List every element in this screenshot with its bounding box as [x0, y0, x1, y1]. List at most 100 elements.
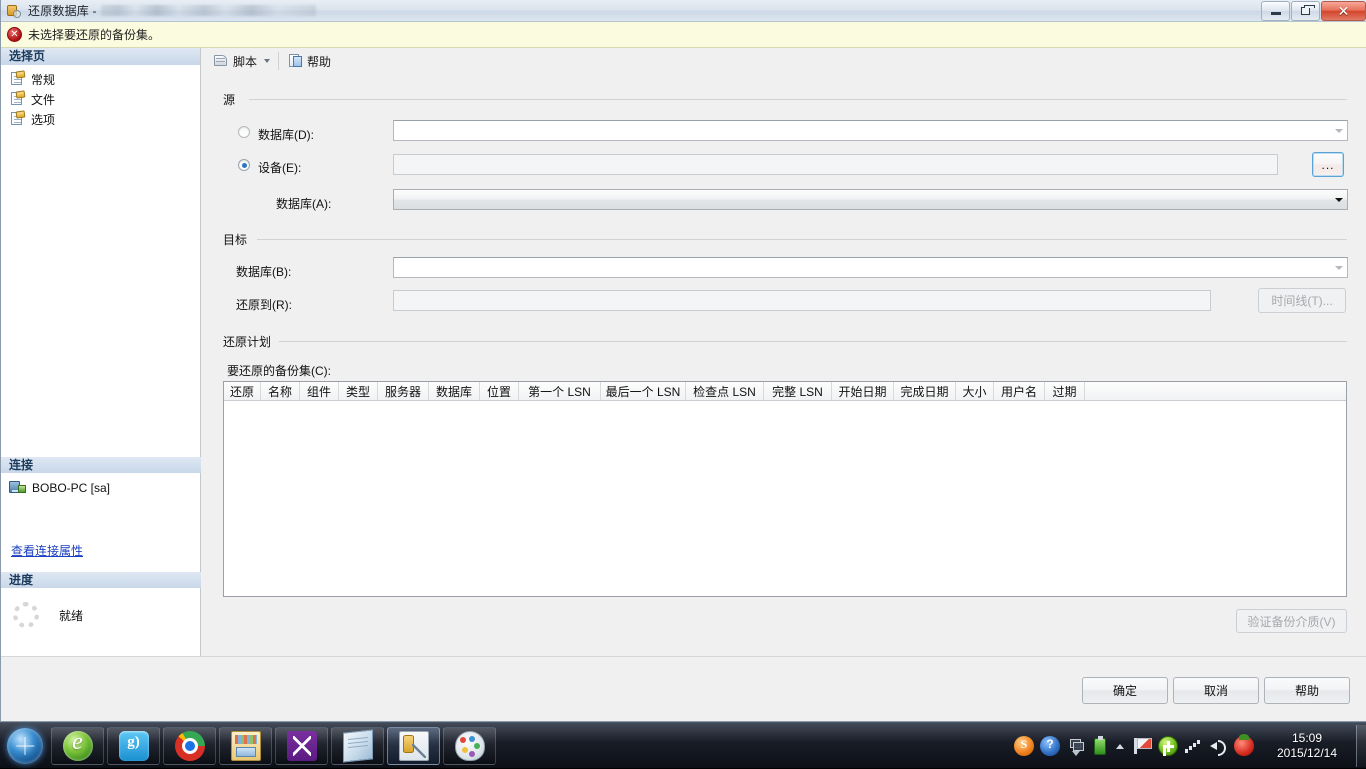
window-controls: ✕	[1260, 1, 1366, 21]
source-database-a-label: 数据库(A):	[276, 197, 332, 211]
grid-column-header[interactable]: 数据库	[429, 382, 480, 400]
toolbar-separator	[278, 52, 280, 70]
taskbar-item-notepad[interactable]	[331, 726, 384, 765]
help-button-label: 帮助	[307, 54, 332, 69]
error-icon-glyph: ✕	[10, 28, 19, 40]
show-hidden-icons-chevron-up-icon[interactable]	[1113, 739, 1127, 753]
sidebar-item-files[interactable]: 文件	[11, 89, 200, 109]
sql-server-icon	[398, 730, 429, 761]
source-device-textbox[interactable]	[393, 154, 1278, 175]
explorer-icon	[230, 730, 261, 761]
source-database-radio[interactable]	[238, 126, 250, 138]
grid-column-header[interactable]: 名称	[261, 382, 300, 400]
progress-body: 就绪	[1, 588, 201, 628]
target-database-label: 数据库(B):	[236, 265, 292, 279]
taskbar-item-visual-studio[interactable]	[275, 726, 328, 765]
help-dialog-button[interactable]: 帮助	[1264, 677, 1350, 704]
notepad-icon	[342, 728, 373, 763]
select-page-list: 常规 文件 选项	[1, 65, 200, 129]
start-button[interactable]	[2, 725, 48, 767]
tomato-icon[interactable]	[1234, 734, 1254, 756]
sidebar-item-options[interactable]: 选项	[11, 109, 200, 129]
source-group-divider	[249, 99, 1347, 100]
grid-body-empty	[224, 401, 1346, 596]
error-icon: ✕	[7, 27, 22, 42]
sogou-icon[interactable]	[1014, 736, 1034, 756]
grid-column-header[interactable]: 完成日期	[894, 382, 956, 400]
windows-logo-icon	[7, 727, 43, 764]
source-database-a-combo[interactable]	[393, 189, 1348, 210]
restore-plan-group: 还原计划	[223, 333, 1347, 350]
restore-database-dialog: 还原数据库 - ✕ ✕ 未选择要还原的备份集。 选择页 常规 文件 选项 连接 …	[0, 0, 1366, 722]
source-device-radio[interactable]	[238, 159, 250, 171]
grid-header-row: 还原 名称 组件 类型 服务器 数据库 位置 第一个 LSN 最后一个 LSN …	[224, 382, 1346, 401]
grid-column-header[interactable]: 第一个 LSN	[519, 382, 601, 400]
flag-icon[interactable]	[1132, 736, 1152, 756]
help-icon	[288, 54, 303, 68]
target-database-combo[interactable]	[393, 257, 1348, 278]
grid-column-header[interactable]: 服务器	[378, 382, 429, 400]
grid-column-header[interactable]: 开始日期	[832, 382, 894, 400]
clock-date: 2015/12/14	[1276, 746, 1338, 760]
grid-column-header[interactable]: 类型	[339, 382, 378, 400]
grid-column-header[interactable]: 检查点 LSN	[686, 382, 764, 400]
grid-column-header[interactable]: 位置	[480, 382, 519, 400]
minimize-button[interactable]	[1261, 1, 1290, 21]
restore-button[interactable]	[1291, 1, 1320, 21]
window-title: 还原数据库 -	[28, 4, 97, 18]
backup-sets-grid[interactable]: 还原 名称 组件 类型 服务器 数据库 位置 第一个 LSN 最后一个 LSN …	[223, 381, 1347, 597]
connection-header: 连接	[1, 457, 201, 473]
progress-row: 就绪	[1, 588, 201, 628]
source-device-browse-button[interactable]: ...	[1312, 152, 1344, 177]
grid-column-header[interactable]: 用户名	[994, 382, 1045, 400]
script-dropdown-chevron-down-icon[interactable]	[261, 51, 273, 71]
sidebar-item-general[interactable]: 常规	[11, 69, 200, 89]
page-icon	[11, 90, 26, 106]
usb-icon[interactable]	[1094, 735, 1106, 755]
help-icon[interactable]	[1040, 736, 1060, 756]
speaker-icon[interactable]	[1208, 736, 1228, 756]
backup-sets-label: 要还原的备份集(C):	[227, 364, 331, 378]
script-button[interactable]: 脚本	[209, 50, 261, 72]
grid-column-header[interactable]: 组件	[300, 382, 339, 400]
cancel-button[interactable]: 取消	[1173, 677, 1259, 704]
taskbar-item-sql-server-management-studio[interactable]	[387, 726, 440, 765]
progress-spinner-icon	[13, 602, 39, 628]
help-button[interactable]: 帮助	[284, 50, 335, 72]
taskbar-item-windows-explorer[interactable]	[219, 726, 272, 765]
signal-icon[interactable]	[1184, 736, 1202, 756]
window-switcher-group[interactable]	[1063, 735, 1089, 757]
source-group: 源	[223, 91, 1347, 108]
verify-backup-media-button: 验证备份介质(V)	[1236, 609, 1347, 633]
taskbar-item-google-chrome[interactable]	[163, 726, 216, 765]
taskbar-item-qq-browser[interactable]	[107, 726, 160, 765]
script-button-label: 脚本	[233, 54, 258, 69]
clock-time: 15:09	[1291, 731, 1323, 745]
grid-column-header[interactable]: 完整 LSN	[764, 382, 832, 400]
sidebar-item-label: 文件	[31, 92, 56, 107]
grid-column-header[interactable]: 大小	[956, 382, 994, 400]
grid-column-header[interactable]: 还原	[224, 382, 261, 400]
taskbar-item-internet-explorer[interactable]	[51, 726, 104, 765]
grid-column-header[interactable]: 最后一个 LSN	[601, 382, 686, 400]
grid-column-header[interactable]: 过期	[1045, 382, 1085, 400]
qq-icon	[118, 730, 149, 761]
window-icon	[1066, 735, 1086, 751]
show-desktop-button[interactable]	[1356, 725, 1366, 767]
progress-header: 进度	[1, 572, 201, 588]
source-database-combo[interactable]	[393, 120, 1348, 141]
view-connection-properties-link[interactable]: 查看连接属性	[11, 542, 83, 559]
script-icon	[213, 54, 229, 68]
close-icon: ✕	[1337, 3, 1350, 19]
chevron-down-icon	[1330, 258, 1347, 277]
taskbar-clock[interactable]: 15:09 2015/12/14	[1261, 731, 1353, 761]
green-plus-icon[interactable]	[1158, 736, 1178, 756]
source-database-radio-label: 数据库(D):	[258, 128, 314, 142]
paint-icon	[454, 730, 485, 761]
target-restore-to-textbox	[393, 290, 1211, 311]
validation-error-bar: ✕ 未选择要还原的备份集。	[1, 22, 1366, 48]
ok-button[interactable]: 确定	[1082, 677, 1168, 704]
close-button[interactable]: ✕	[1321, 1, 1366, 21]
ie-icon	[62, 729, 93, 761]
taskbar-item-paint[interactable]	[443, 726, 496, 765]
